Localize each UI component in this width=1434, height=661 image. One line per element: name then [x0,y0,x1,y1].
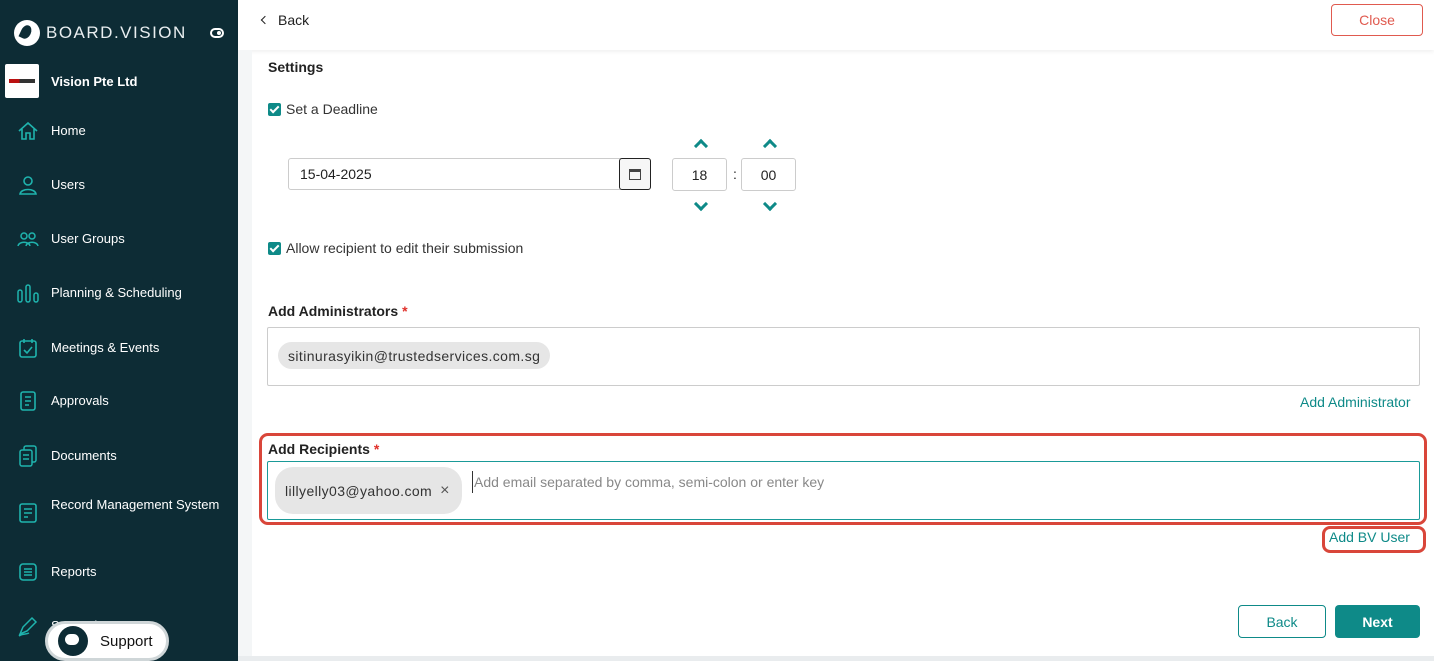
organization-logo [5,64,39,98]
brand-name: BOARD.VISION [46,23,187,42]
back-link[interactable]: Back [260,12,310,28]
recipient-email: lillyelly03@yahoo.com [285,482,433,499]
time-separator: : [733,166,737,182]
sidebar-item-home[interactable]: Home [0,121,238,141]
add-administrators-label: Add Administrators * [268,303,408,319]
user-icon [19,176,37,195]
pen-icon [18,616,38,637]
add-bv-user-link[interactable]: Add BV User [1329,529,1410,545]
set-deadline-label: Set a Deadline [286,101,378,117]
sidebar-item-label: Documents [51,448,117,463]
calendar-check-icon [19,339,37,358]
back-button[interactable]: Back [1238,605,1326,638]
sidebar-item-user-groups[interactable]: User Groups [0,229,238,249]
brand[interactable]: BOARD.VISION [14,20,187,46]
support-button[interactable]: Support [45,621,169,661]
calendar-icon [629,168,641,180]
toggle-icon[interactable] [210,28,224,38]
sidebar-item-label: Users [51,177,85,192]
sidebar-item-label: Record Management System [51,497,220,512]
hour-input[interactable]: 18 [672,158,727,191]
hour-up-icon[interactable] [693,138,709,154]
sidebar-item-users[interactable]: Users [0,175,238,195]
sidebar-item-meetings-events[interactable]: Meetings & Events [0,338,238,358]
recipient-chip[interactable]: lillyelly03@yahoo.com × [275,467,462,514]
organization-switcher[interactable]: Vision Pte Ltd [5,64,137,98]
sidebar-item-label: Approvals [51,393,109,408]
sidebar-item-approvals[interactable]: Approvals [0,391,238,411]
administrator-email: sitinurasyikin@trustedservices.com.sg [288,347,541,364]
organization-name: Vision Pte Ltd [51,73,138,89]
set-deadline-checkbox[interactable]: Set a Deadline [268,101,378,117]
deadline-date-input[interactable]: 15-04-2025 [288,158,651,190]
sidebar: BOARD.VISION Vision Pte Ltd Home Users U… [0,0,238,661]
documents-icon [19,445,37,467]
sidebar-item-label: Reports [51,564,97,579]
calendar-button[interactable] [619,158,651,190]
minute-input[interactable]: 00 [741,158,796,191]
sidebar-item-label: Planning & Scheduling [51,285,182,300]
administrators-field[interactable]: sitinurasyikin@trustedservices.com.sg [267,327,1420,386]
sidebar-item-planning-scheduling[interactable]: Planning & Scheduling [0,283,238,303]
sidebar-item-label: Meetings & Events [51,340,160,355]
home-icon [18,121,38,140]
sidebar-item-documents[interactable]: Documents [0,445,238,467]
board-vision-logo-icon [14,20,40,46]
checkbox-checked-icon [268,102,281,116]
allow-edit-checkbox[interactable]: Allow recipient to edit their submission [268,240,523,256]
close-button[interactable]: Close [1331,4,1423,36]
chat-icon [58,626,88,656]
sidebar-item-label: Home [51,123,86,138]
allow-edit-label: Allow recipient to edit their submission [286,240,524,256]
chevron-left-icon [260,15,270,25]
minute-up-icon[interactable] [762,138,778,154]
next-button[interactable]: Next [1335,605,1420,638]
document-icon [20,391,36,411]
sidebar-item-record-management[interactable]: Record Management System [0,496,238,532]
back-link-label: Back [278,12,310,28]
minute-down-icon[interactable] [762,196,778,212]
add-administrators-text: Add Administrators [268,303,399,319]
recipient-email-input[interactable] [472,471,1372,493]
checkbox-checked-icon [268,241,281,255]
list-icon [19,563,37,581]
content-gutter [238,50,252,656]
bars-icon [17,284,39,303]
administrator-chip[interactable]: sitinurasyikin@trustedservices.com.sg [278,342,551,369]
settings-title: Settings [268,59,324,75]
top-bar [238,0,1434,50]
sidebar-item-reports[interactable]: Reports [0,562,238,582]
support-label: Support [100,632,153,650]
deadline-date-value: 15-04-2025 [300,166,372,182]
record-icon [19,503,37,523]
sidebar-item-label: User Groups [51,231,125,246]
remove-recipient-icon[interactable]: × [440,482,450,500]
hour-down-icon[interactable] [693,196,709,212]
user-groups-icon [17,232,39,247]
add-administrator-link[interactable]: Add Administrator [1300,394,1411,410]
bottom-divider [238,656,1434,661]
required-mark: * [402,303,408,319]
